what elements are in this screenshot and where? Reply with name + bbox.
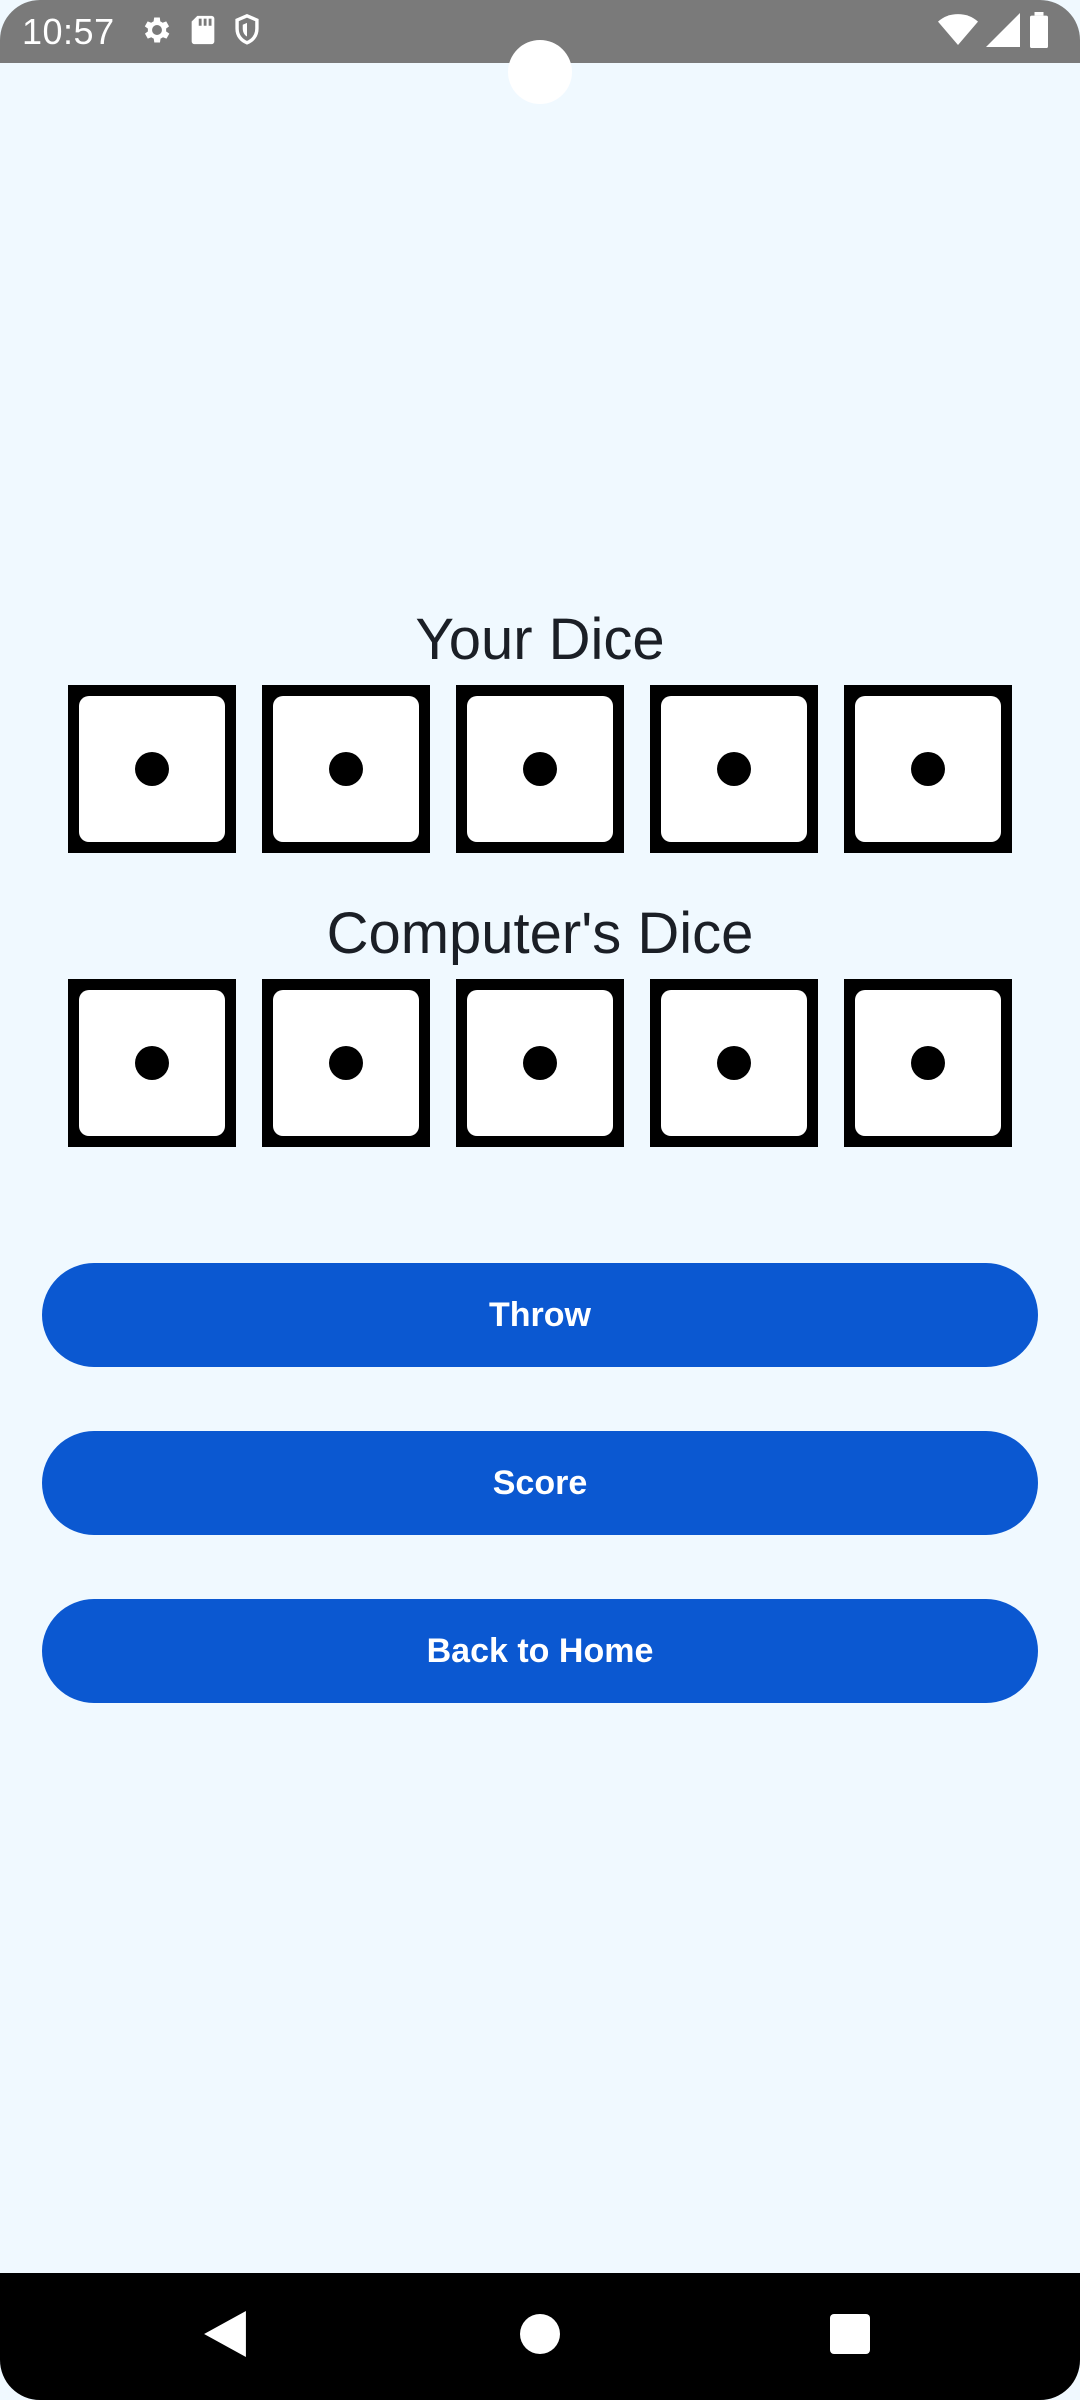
your-die-3[interactable] — [456, 685, 624, 853]
your-die-5[interactable] — [844, 685, 1012, 853]
your-die-2[interactable] — [262, 685, 430, 853]
your-die-4[interactable] — [650, 685, 818, 853]
computer-dice-row — [68, 979, 1012, 1147]
settings-icon — [140, 13, 174, 47]
die-pip — [135, 752, 169, 786]
home-icon — [520, 2314, 560, 2359]
status-time: 10:57 — [22, 11, 115, 52]
navigation-bar — [0, 2273, 1080, 2400]
cell-signal-icon — [986, 13, 1020, 47]
nav-back-button[interactable] — [165, 2273, 285, 2400]
die-pip — [717, 752, 751, 786]
wifi-icon — [938, 13, 978, 47]
die-face — [855, 696, 1001, 842]
die-face — [273, 990, 419, 1136]
die-face — [273, 696, 419, 842]
battery-icon — [1028, 12, 1050, 48]
die-face — [79, 990, 225, 1136]
die-pip — [523, 1046, 557, 1080]
die-face — [467, 696, 613, 842]
status-icons-left — [140, 13, 262, 47]
die-face — [79, 696, 225, 842]
nav-home-button[interactable] — [480, 2273, 600, 2400]
computer-dice-title: Computer's Dice — [326, 901, 754, 966]
die-face — [661, 990, 807, 1136]
your-dice-title: Your Dice — [415, 607, 665, 672]
nav-recents-button[interactable] — [790, 2273, 910, 2400]
computer-die-3 — [456, 979, 624, 1147]
computer-die-2 — [262, 979, 430, 1147]
your-die-1[interactable] — [68, 685, 236, 853]
shield-icon — [232, 13, 262, 47]
computer-die-1 — [68, 979, 236, 1147]
die-pip — [329, 752, 363, 786]
recents-icon — [830, 2314, 870, 2359]
sd-card-icon — [188, 13, 218, 47]
die-pip — [911, 752, 945, 786]
computer-die-4 — [650, 979, 818, 1147]
die-face — [661, 696, 807, 842]
die-face — [467, 990, 613, 1136]
back-to-home-button[interactable]: Back to Home — [42, 1599, 1038, 1703]
game-screen: Your Dice Computer's Dice Throw Score Ba… — [0, 63, 1080, 2273]
score-button[interactable]: Score — [42, 1431, 1038, 1535]
your-dice-row — [68, 685, 1012, 853]
die-face — [855, 990, 1001, 1136]
throw-button[interactable]: Throw — [42, 1263, 1038, 1367]
die-pip — [911, 1046, 945, 1080]
status-icons-right — [938, 12, 1050, 48]
die-pip — [135, 1046, 169, 1080]
back-icon — [204, 2311, 246, 2362]
die-pip — [329, 1046, 363, 1080]
computer-die-5 — [844, 979, 1012, 1147]
die-pip — [717, 1046, 751, 1080]
die-pip — [523, 752, 557, 786]
